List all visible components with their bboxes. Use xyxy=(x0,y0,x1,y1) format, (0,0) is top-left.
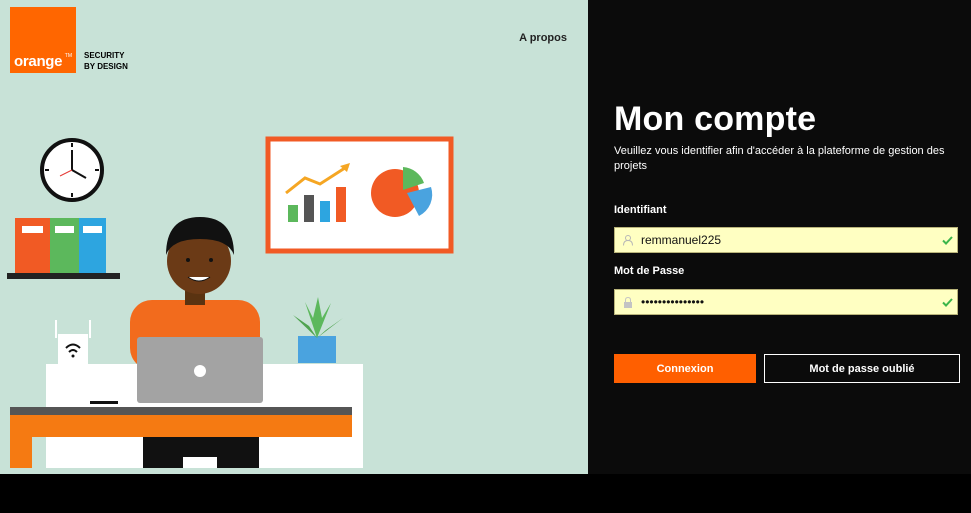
password-field xyxy=(614,289,958,315)
office-illustration xyxy=(7,136,454,468)
username-field xyxy=(614,227,958,253)
forgot-password-button[interactable]: Mot de passe oublié xyxy=(764,354,960,383)
user-icon xyxy=(615,234,641,246)
binders-shelf xyxy=(7,218,120,279)
illustration-panel: orange TM SECURITY BY DESIGN A propos xyxy=(0,0,588,474)
password-label: Mot de Passe xyxy=(614,265,685,277)
wifi-router-icon xyxy=(55,320,91,364)
checkmark-icon xyxy=(937,235,957,245)
checkmark-icon xyxy=(937,297,957,307)
login-panel: Mon compte Veuillez vous identifier afin… xyxy=(588,0,971,474)
password-input[interactable] xyxy=(641,291,937,313)
plant-icon xyxy=(293,297,343,363)
username-input[interactable] xyxy=(641,229,937,251)
lock-icon xyxy=(615,296,641,308)
login-subtitle: Veuillez vous identifier afin d'accéder … xyxy=(614,145,945,172)
chart-board xyxy=(265,136,454,254)
laptop-icon xyxy=(137,337,263,403)
bottom-strip xyxy=(0,474,971,513)
page-title: Mon compte xyxy=(614,100,817,138)
wall-clock-icon xyxy=(40,138,104,202)
username-label: Identifiant xyxy=(614,204,667,216)
login-button[interactable]: Connexion xyxy=(614,354,756,383)
